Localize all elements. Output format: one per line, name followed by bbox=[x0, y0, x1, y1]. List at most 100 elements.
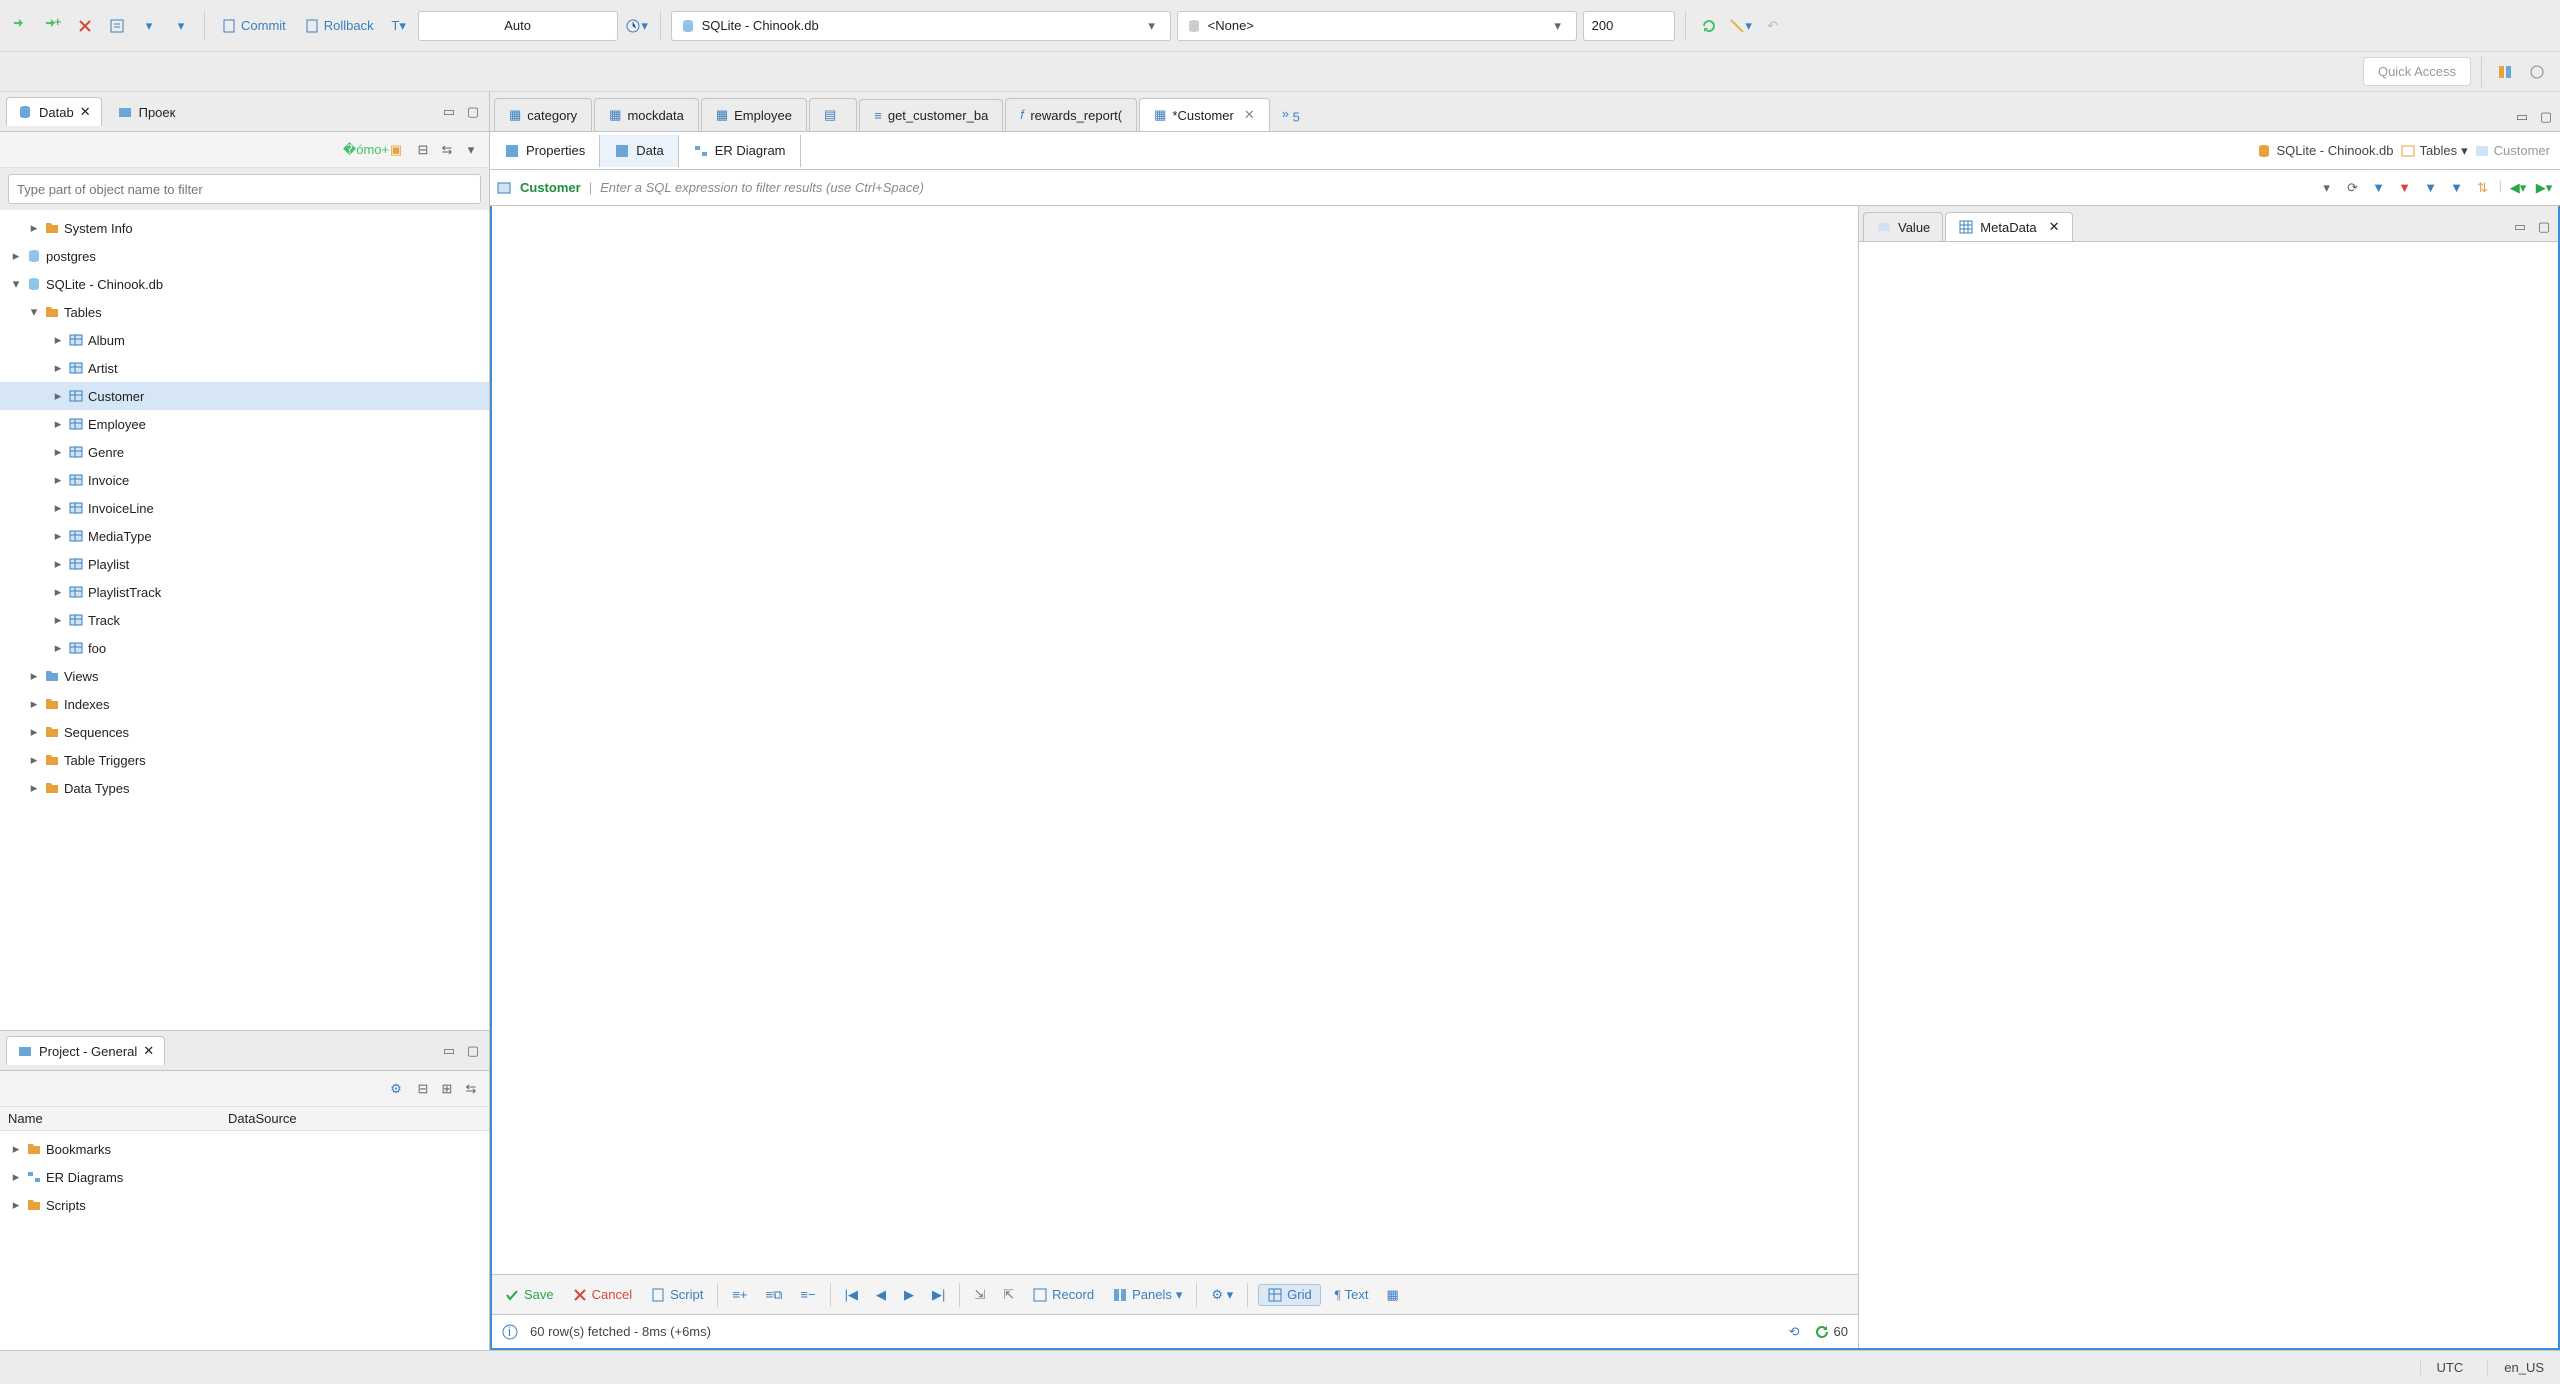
subtab-er-diagram[interactable]: ER Diagram bbox=[679, 135, 801, 167]
close-icon[interactable]: ✕ bbox=[1244, 107, 1255, 123]
sql-editor-icon[interactable] bbox=[104, 13, 130, 39]
close-icon[interactable]: ✕ bbox=[80, 104, 91, 120]
tree-table-playlisttrack[interactable]: ▸PlaylistTrack bbox=[0, 578, 489, 606]
tree-table-invoiceline[interactable]: ▸InvoiceLine bbox=[0, 494, 489, 522]
editor-tabs-overflow[interactable]: » 5 bbox=[1272, 100, 1310, 131]
maximize-icon[interactable]: ▢ bbox=[2534, 217, 2554, 237]
editor-tab[interactable]: ▦category bbox=[494, 98, 592, 131]
tree-tables-folder[interactable]: ▾Tables bbox=[0, 298, 489, 326]
settings-icon[interactable]: ⚙ ▾ bbox=[1207, 1285, 1237, 1305]
maximize-icon[interactable]: ▢ bbox=[463, 102, 483, 122]
breadcrumb-tables[interactable]: Tables ▾ bbox=[2400, 143, 2468, 159]
tree-table-track[interactable]: ▸Track bbox=[0, 606, 489, 634]
editor-tab[interactable]: ▦*Customer✕ bbox=[1139, 98, 1270, 131]
save-button[interactable]: Save bbox=[500, 1285, 558, 1305]
gear-icon[interactable]: ⚙ bbox=[383, 1076, 409, 1102]
tree-table-artist[interactable]: ▸Artist bbox=[0, 354, 489, 382]
filter-add-icon[interactable]: ▼ bbox=[2421, 178, 2441, 198]
project-item[interactable]: ▸ER Diagrams bbox=[0, 1163, 489, 1191]
commit-button[interactable]: Commit bbox=[215, 16, 292, 36]
first-page-icon[interactable]: |◀ bbox=[841, 1285, 862, 1305]
row-limit-field[interactable]: 200 bbox=[1583, 11, 1675, 41]
editor-tab[interactable]: ≡get_customer_ba bbox=[859, 99, 1003, 131]
filter-clear-icon[interactable]: ▼ bbox=[2395, 178, 2415, 198]
tab-value[interactable]: Value bbox=[1863, 212, 1943, 241]
filter-dropdown-icon[interactable]: ▾ bbox=[2317, 178, 2337, 198]
minimize-icon[interactable]: ▭ bbox=[2510, 217, 2530, 237]
subtab-properties[interactable]: Properties bbox=[490, 135, 600, 167]
tree-table-mediatype[interactable]: ▸MediaType bbox=[0, 522, 489, 550]
present-icon[interactable]: ▦ bbox=[1382, 1285, 1402, 1305]
maximize-icon[interactable]: ▢ bbox=[2536, 107, 2556, 127]
import-icon[interactable]: ⇱ bbox=[999, 1285, 1018, 1305]
text-mode-button[interactable]: ¶Text bbox=[1331, 1285, 1373, 1305]
minimize-icon[interactable]: ▭ bbox=[439, 102, 459, 122]
breadcrumb-current[interactable]: Customer bbox=[2474, 143, 2550, 159]
perspective-db-icon[interactable] bbox=[2492, 59, 2518, 85]
history-icon[interactable]: ▾ bbox=[624, 13, 650, 39]
tree-system-info[interactable]: ▸System Info bbox=[0, 214, 489, 242]
refresh-icon[interactable] bbox=[1696, 13, 1722, 39]
export-icon[interactable]: ⇲ bbox=[970, 1285, 989, 1305]
editor-tab[interactable]: ▦Employee bbox=[701, 98, 807, 131]
filter-funnel-icon[interactable]: ▼ bbox=[2369, 178, 2389, 198]
expand-icon[interactable]: ⊞ bbox=[437, 1079, 457, 1099]
tree-datatypes[interactable]: ▸Data Types bbox=[0, 774, 489, 802]
delete-row-icon[interactable]: ≡− bbox=[796, 1285, 819, 1304]
next-page-icon[interactable]: ▶ bbox=[900, 1285, 918, 1305]
prev-page-icon[interactable]: ◀ bbox=[872, 1285, 890, 1305]
copy-row-icon[interactable]: ≡⧉ bbox=[762, 1285, 787, 1305]
tab-projects[interactable]: Проек bbox=[106, 97, 187, 126]
collapse-icon[interactable]: ⊟ bbox=[413, 140, 433, 160]
tree-table-playlist[interactable]: ▸Playlist bbox=[0, 550, 489, 578]
tree-table-invoice[interactable]: ▸Invoice bbox=[0, 466, 489, 494]
filter-settings-icon[interactable]: ▼ bbox=[2447, 178, 2467, 198]
link-icon[interactable]: ⇆ bbox=[461, 1079, 481, 1099]
rollback-button[interactable]: Rollback bbox=[298, 16, 380, 36]
sql-recent-icon[interactable]: ▾ bbox=[168, 13, 194, 39]
minimize-icon[interactable]: ▭ bbox=[439, 1041, 459, 1061]
tree-indexes[interactable]: ▸Indexes bbox=[0, 690, 489, 718]
editor-tab[interactable]: 𝑓rewards_report( bbox=[1005, 98, 1137, 131]
project-item[interactable]: ▸Bookmarks bbox=[0, 1135, 489, 1163]
maximize-icon[interactable]: ▢ bbox=[463, 1041, 483, 1061]
tx-mode-icon[interactable]: T▾ bbox=[386, 13, 412, 39]
cancel-button[interactable]: Cancel bbox=[568, 1285, 636, 1305]
collapse-icon[interactable]: ⊟ bbox=[413, 1079, 433, 1099]
nav-back-icon[interactable]: ◀▾ bbox=[2508, 178, 2528, 198]
project-item[interactable]: ▸Scripts bbox=[0, 1191, 489, 1219]
sql-new-icon[interactable]: ▾ bbox=[136, 13, 162, 39]
tree-table-customer[interactable]: ▸Customer bbox=[0, 382, 489, 410]
tree-sequences[interactable]: ▸Sequences bbox=[0, 718, 489, 746]
nav-fwd-icon[interactable]: ▶▾ bbox=[2534, 178, 2554, 198]
close-icon[interactable]: ✕ bbox=[143, 1043, 154, 1059]
schema-selector[interactable]: <None> ▾ bbox=[1177, 11, 1577, 41]
tree-triggers[interactable]: ▸Table Triggers bbox=[0, 746, 489, 774]
navigator-tree[interactable]: ▸System Info▸postgres▾SQLite - Chinook.d… bbox=[0, 210, 489, 1030]
navigator-filter-input[interactable] bbox=[8, 174, 481, 204]
connect-icon[interactable] bbox=[8, 13, 34, 39]
disconnect-icon[interactable] bbox=[72, 13, 98, 39]
record-button[interactable]: Record bbox=[1028, 1285, 1098, 1305]
new-folder-icon[interactable]: ▣ bbox=[383, 137, 409, 163]
tab-metadata[interactable]: MetaData✕ bbox=[1945, 212, 2072, 241]
tree-views[interactable]: ▸Views bbox=[0, 662, 489, 690]
grid-mode-button[interactable]: Grid bbox=[1258, 1284, 1321, 1306]
project-tree[interactable]: ▸Bookmarks▸ER Diagrams▸Scripts bbox=[0, 1131, 489, 1350]
tree-table-album[interactable]: ▸Album bbox=[0, 326, 489, 354]
perspective-other-icon[interactable] bbox=[2524, 59, 2550, 85]
minimize-icon[interactable]: ▭ bbox=[2512, 107, 2532, 127]
editor-tab[interactable]: ▦mockdata bbox=[594, 98, 699, 131]
link-icon[interactable]: ⇆ bbox=[437, 140, 457, 160]
editor-tab[interactable]: ▤ bbox=[809, 98, 857, 131]
add-row-icon[interactable]: ≡+ bbox=[728, 1285, 751, 1304]
autorefresh-icon[interactable]: ⟲ bbox=[1789, 1324, 1800, 1340]
connect-new-icon[interactable]: + bbox=[40, 13, 66, 39]
stop-icon[interactable]: ▾ bbox=[1728, 13, 1754, 39]
tree-table-foo[interactable]: ▸foo bbox=[0, 634, 489, 662]
close-icon[interactable]: ✕ bbox=[2049, 219, 2060, 235]
script-button[interactable]: Script bbox=[646, 1285, 707, 1305]
autocommit-field[interactable]: Auto bbox=[418, 11, 618, 41]
panels-button[interactable]: Panels ▾ bbox=[1108, 1285, 1186, 1305]
tree-table-employee[interactable]: ▸Employee bbox=[0, 410, 489, 438]
